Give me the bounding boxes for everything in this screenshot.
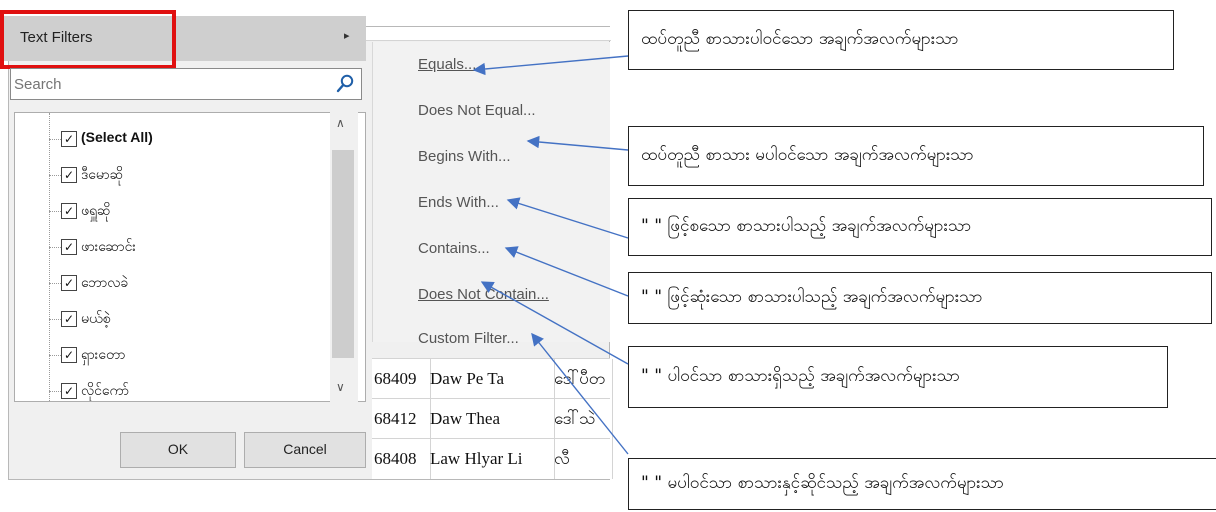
arrow-does-not-equal [526, 135, 629, 151]
callout-arrows [472, 55, 629, 455]
arrow-begins-with [506, 197, 629, 239]
arrow-does-not-contain [531, 332, 629, 455]
arrow-contains [480, 281, 629, 365]
arrow-ends-with [504, 246, 629, 297]
arrow-equals [472, 55, 629, 76]
